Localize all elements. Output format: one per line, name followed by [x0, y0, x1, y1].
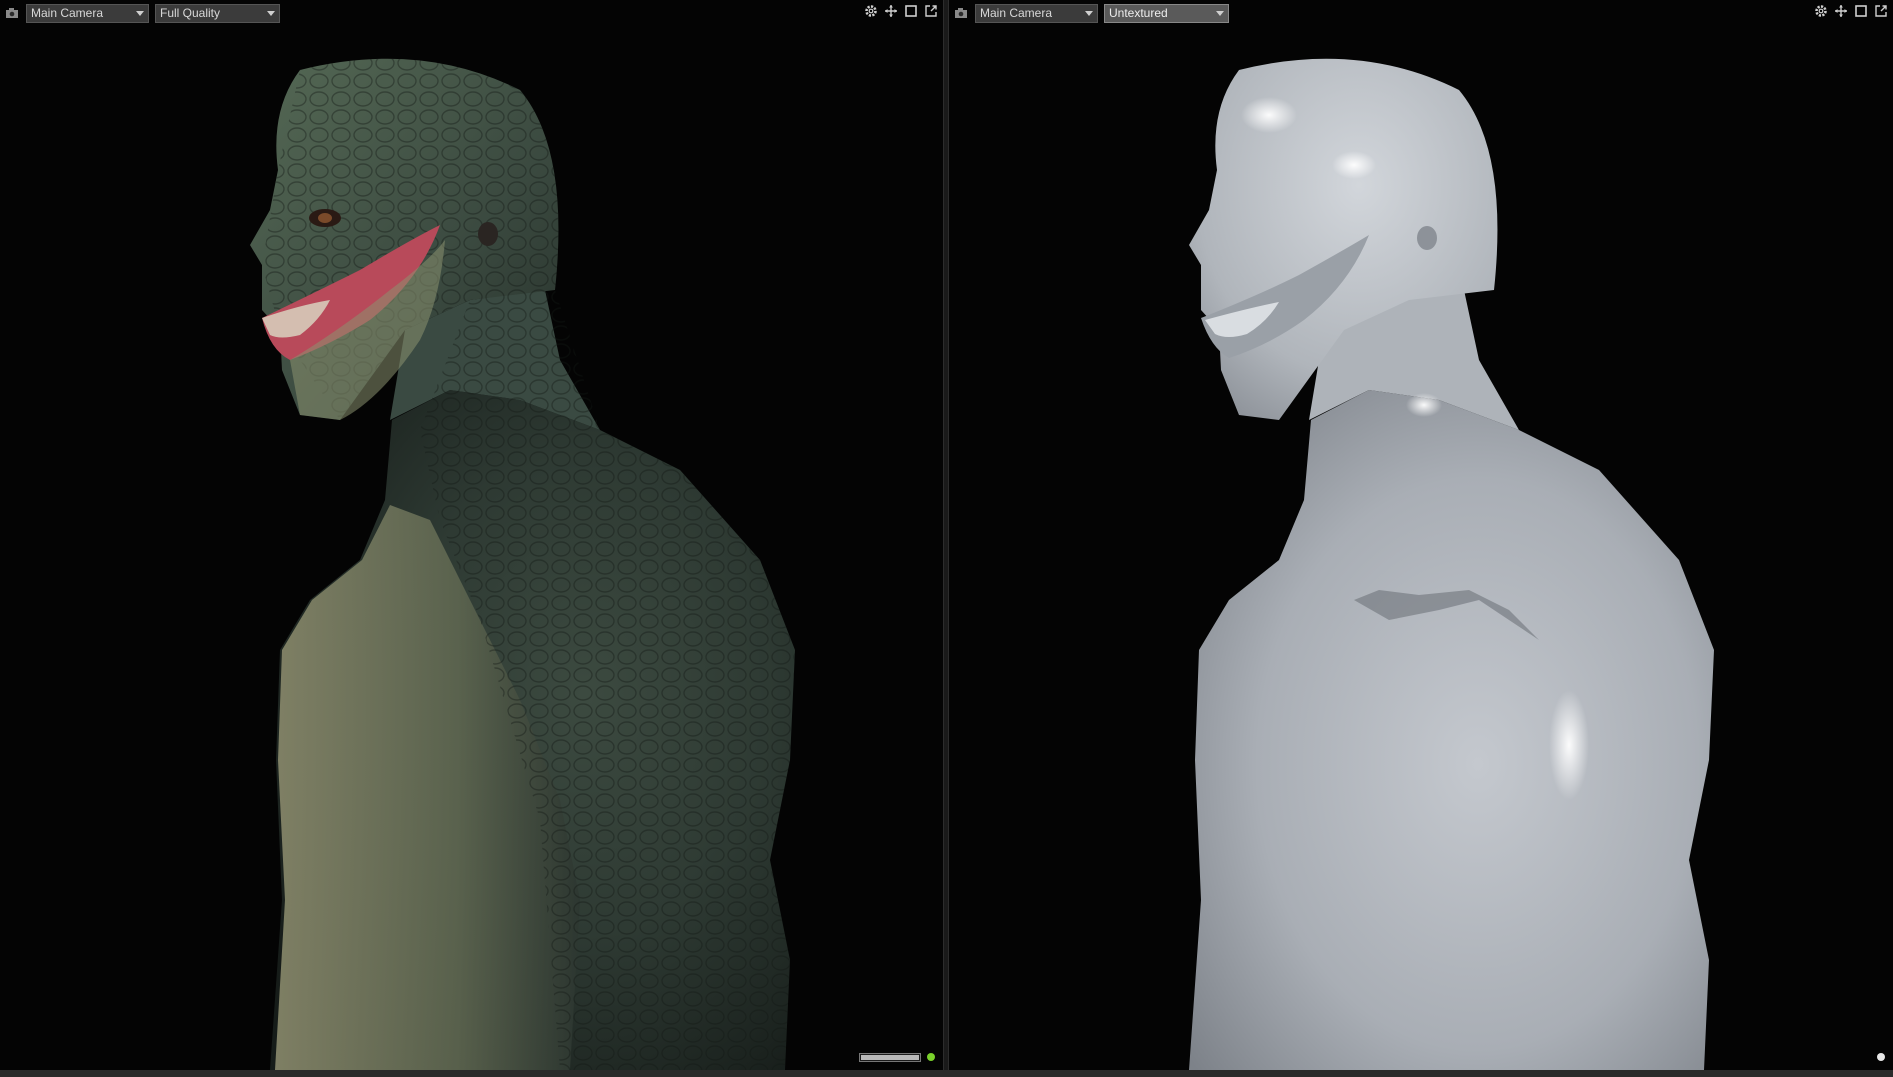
viewport-toolbar-right: Main Camera Untextured: [953, 3, 1229, 23]
render-progress-fill: [861, 1055, 919, 1060]
chevron-down-icon: [136, 10, 144, 16]
render-progress-bar: [859, 1053, 921, 1062]
move-arrows-icon[interactable]: [883, 3, 899, 19]
viewport-tools-right: [1813, 3, 1889, 19]
camera-select[interactable]: Main Camera: [975, 3, 1098, 23]
render-mode-select[interactable]: Untextured: [1104, 3, 1229, 23]
render-mode-select-value: Untextured: [1109, 5, 1168, 20]
camera-select-value: Main Camera: [980, 5, 1053, 20]
viewport-left[interactable]: Main Camera Full Quality: [0, 0, 943, 1070]
render-mode-select-value: Full Quality: [160, 5, 221, 20]
chevron-down-icon: [1216, 10, 1224, 16]
gear-icon[interactable]: [863, 3, 879, 19]
chevron-down-icon: [267, 10, 275, 16]
render-status-indicator: [927, 1053, 935, 1061]
camera-icon[interactable]: [4, 5, 20, 21]
move-arrows-icon[interactable]: [1833, 3, 1849, 19]
creature-untextured-render: [1189, 58, 1714, 1070]
camera-icon[interactable]: [953, 5, 969, 21]
square-maximize-icon[interactable]: [1853, 3, 1869, 19]
render-mode-select[interactable]: Full Quality: [155, 3, 280, 23]
creature-textured-render: [250, 58, 795, 1070]
bottom-border: [0, 1070, 1893, 1077]
render-status-indicator: [1877, 1053, 1885, 1061]
camera-select[interactable]: Main Camera: [26, 3, 149, 23]
viewport-tools-left: [863, 3, 939, 19]
gear-icon[interactable]: [1813, 3, 1829, 19]
viewport-toolbar-left: Main Camera Full Quality: [4, 3, 280, 23]
chevron-down-icon: [1085, 10, 1093, 16]
pop-out-icon[interactable]: [1873, 3, 1889, 19]
square-maximize-icon[interactable]: [903, 3, 919, 19]
viewport-right[interactable]: Main Camera Untextured: [949, 0, 1893, 1070]
pop-out-icon[interactable]: [923, 3, 939, 19]
camera-select-value: Main Camera: [31, 5, 104, 20]
